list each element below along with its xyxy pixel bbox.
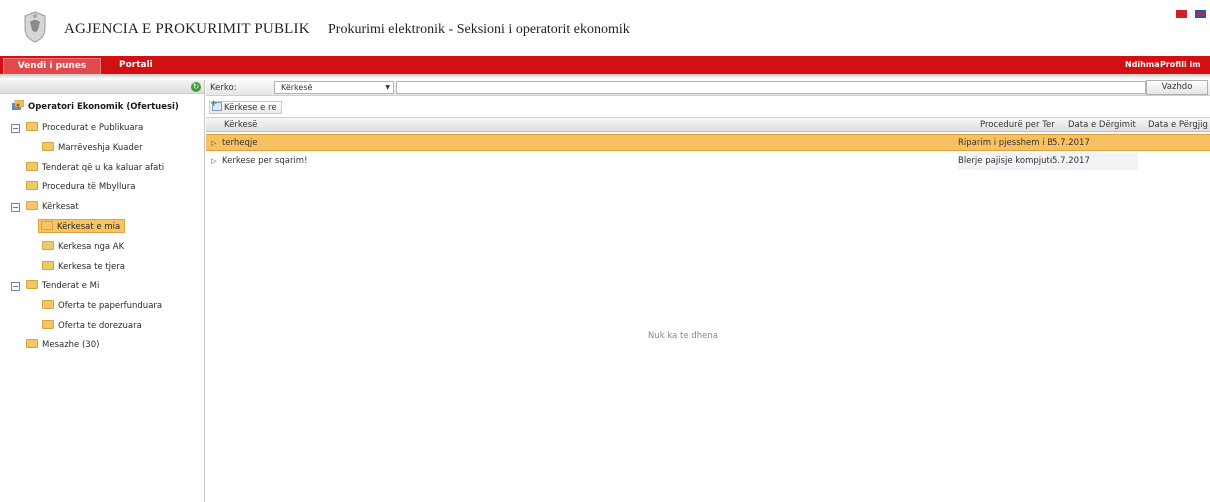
sidebar-item-tenderat-e-mi[interactable]: Tenderat e Mi	[26, 279, 99, 293]
search-input[interactable]	[396, 81, 1146, 94]
new-request-label: Kërkese e re	[224, 103, 277, 113]
sidebar-item-label: Oferta te dorezuara	[58, 321, 142, 331]
folder-icon	[26, 162, 38, 171]
folder-icon	[41, 221, 53, 230]
sidebar-item-marreveshja-kuader[interactable]: Marrëveshja Kuader	[42, 141, 143, 155]
folder-icon	[26, 201, 38, 210]
procedure-cell: Blerje pajisje kompjute	[958, 156, 1052, 166]
refresh-icon[interactable]: ↻	[191, 82, 201, 92]
date-sent-cell: 5.7.2017	[1052, 138, 1090, 148]
sidebar-item-mesazhe[interactable]: Mesazhe (30)	[26, 338, 99, 352]
operator-icon	[12, 100, 24, 110]
search-toolbar: Kerko: Kërkesë ▼	[206, 80, 1210, 96]
column-header-date-reply[interactable]: Data e Përgjigjes	[1148, 120, 1208, 131]
search-label: Kerko:	[210, 83, 237, 93]
main-nav: Vendi i punes Portali Ndihma Profili im	[0, 56, 1210, 74]
folder-icon	[26, 280, 38, 289]
tab-portali[interactable]: Portali	[119, 59, 153, 71]
sidebar-item-operator[interactable]: Operatori Ekonomik (Ofertuesi)	[12, 100, 179, 114]
search-type-value: Kërkesë	[281, 83, 313, 92]
collapse-toggle-tenderat-e-mi[interactable]: −	[11, 282, 20, 291]
action-toolbar: Kërkese e re	[206, 98, 1210, 115]
tab-vendi-i-punes[interactable]: Vendi i punes	[3, 58, 101, 74]
section-subtitle: Prokurimi elektronik - Seksioni i operat…	[328, 22, 630, 37]
request-cell: terheqje	[222, 138, 258, 148]
sidebar-item-label: Tenderat e Mi	[42, 281, 100, 291]
column-header-request[interactable]: Kërkesë	[224, 120, 257, 131]
sidebar-item-label: Marrëveshja Kuader	[58, 143, 143, 153]
empty-state-text: Nuk ka te dhena	[648, 331, 718, 341]
sidebar-item-procedura-te-mbyllura[interactable]: Procedura të Mbyllura	[26, 180, 135, 194]
sidebar-item-label: Oferta te paperfunduara	[58, 301, 163, 311]
sidebar-item-label: Kërkesat	[42, 202, 79, 212]
folder-icon	[26, 339, 38, 348]
sidebar-item-label: Procedurat e Publikuara	[42, 123, 144, 133]
chevron-down-icon: ▼	[385, 84, 390, 91]
folder-icon	[42, 142, 54, 151]
sidebar-item-tenderat-e-skaduar[interactable]: Tenderat që u ka kaluar afati	[26, 161, 164, 175]
my-profile-link[interactable]: Profili im	[1160, 59, 1201, 71]
collapse-toggle-kerkesat[interactable]: −	[11, 203, 20, 212]
sidebar-item-oferta-te-paperfunduara[interactable]: Oferta te paperfunduara	[42, 299, 162, 313]
sidebar-toolbar: ↻	[0, 80, 204, 94]
column-header-procedure[interactable]: Procedurë per Ter	[980, 120, 1055, 131]
table-row[interactable]: ▷ terheqje Riparim i pjesshem i B 5.7.20…	[206, 134, 1210, 151]
folder-icon	[42, 300, 54, 309]
new-request-button[interactable]: Kërkese e re	[209, 99, 282, 114]
row-expand-icon[interactable]: ▷	[211, 135, 216, 152]
agency-name: AGJENCIA E PROKURIMIT PUBLIK	[64, 21, 310, 37]
procedure-cell: Riparim i pjesshem i B	[958, 138, 1052, 148]
sidebar-item-label: Procedura të Mbyllura	[42, 182, 136, 192]
folder-icon	[42, 241, 54, 250]
grid-header: Kërkesë Procedurë per Ter Data e Dërgimi…	[206, 117, 1210, 132]
folder-icon	[26, 181, 38, 190]
sidebar: ↻ Operatori Ekonomik (Ofertuesi) − Proce…	[0, 80, 205, 502]
continue-button[interactable]: Vazhdo	[1146, 80, 1208, 95]
sidebar-item-label: Mesazhe (30)	[42, 340, 100, 350]
flag-english-icon[interactable]	[1195, 10, 1206, 18]
table-row[interactable]: ▷ Kerkese per sqarim! Blerje pajisje kom…	[206, 153, 1210, 170]
new-document-icon	[210, 99, 222, 111]
sidebar-item-procedurat-e-publikuara[interactable]: Procedurat e Publikuara	[26, 121, 143, 135]
sidebar-item-kerkesat-e-mia[interactable]: Kërkesat e mia	[38, 219, 126, 233]
app-header: AGJENCIA E PROKURIMIT PUBLIK Prokurimi e…	[0, 0, 1210, 56]
sidebar-item-label: Kerkesa te tjera	[58, 262, 125, 272]
flag-albania-icon[interactable]	[1176, 10, 1187, 18]
nav-shadow	[0, 74, 1210, 79]
folder-icon	[42, 320, 54, 329]
help-link[interactable]: Ndihma	[1125, 59, 1160, 71]
sidebar-item-oferta-te-dorezuara[interactable]: Oferta te dorezuara	[42, 319, 142, 333]
folder-icon	[42, 261, 54, 270]
sidebar-item-label: Tenderat që u ka kaluar afati	[42, 163, 165, 173]
collapse-toggle-procedurat[interactable]: −	[11, 124, 20, 133]
sidebar-item-kerkesat[interactable]: Kërkesat	[26, 200, 79, 214]
sidebar-item-label: Operatori Ekonomik (Ofertuesi)	[28, 102, 179, 112]
column-header-date-sent[interactable]: Data e Dërgimit	[1068, 120, 1136, 131]
sidebar-item-kerkesa-te-tjera[interactable]: Kerkesa te tjera	[42, 260, 125, 274]
sidebar-item-label: Kerkesa nga AK	[58, 242, 125, 252]
sidebar-item-label: Kërkesat e mia	[57, 222, 121, 232]
search-type-select[interactable]: Kërkesë ▼	[274, 81, 394, 94]
sidebar-item-kerkesa-nga-ak[interactable]: Kerkesa nga AK	[42, 240, 124, 254]
coat-of-arms-logo	[24, 11, 46, 43]
request-cell: Kerkese per sqarim!	[222, 156, 308, 166]
folder-icon	[26, 122, 38, 131]
row-expand-icon[interactable]: ▷	[211, 153, 216, 170]
date-sent-cell: 5.7.2017	[1052, 156, 1090, 166]
